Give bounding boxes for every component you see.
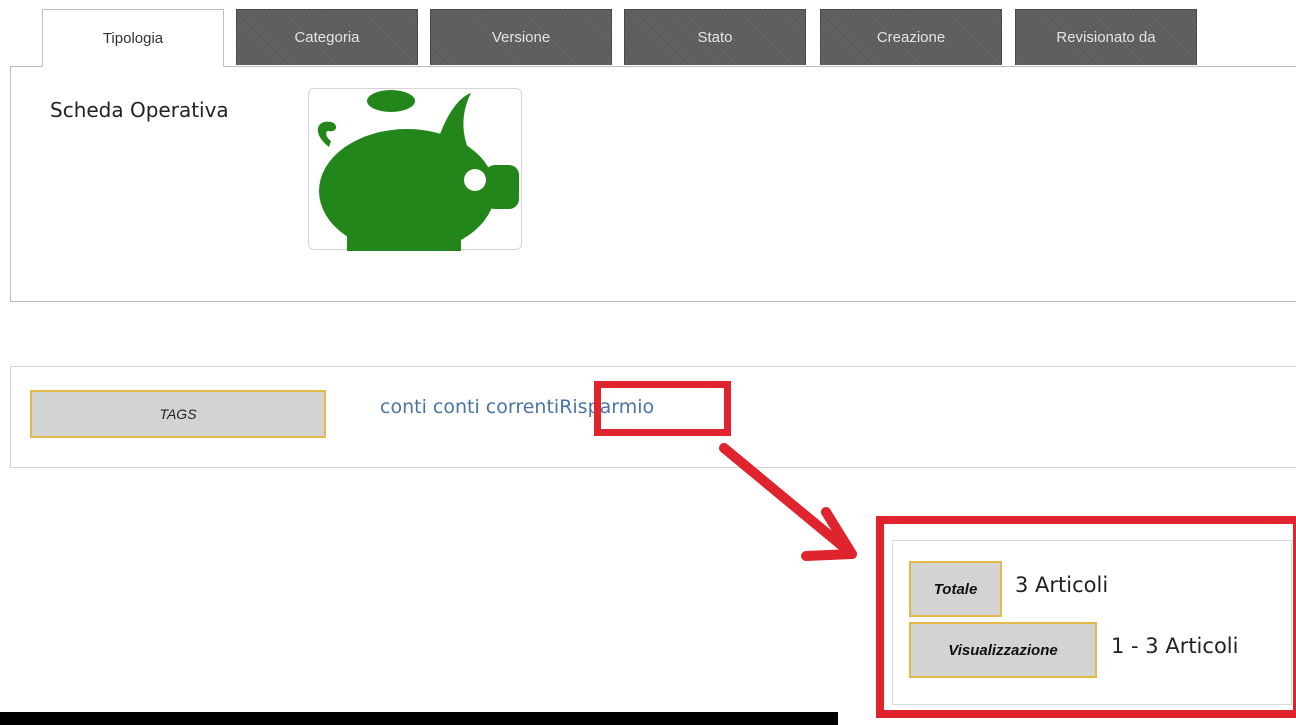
bottom-bar <box>0 712 838 725</box>
total-value: 3 Articoli <box>1015 573 1109 597</box>
highlight-box-results <box>876 516 1296 718</box>
tab-tipologia[interactable]: Tipologia <box>42 9 224 67</box>
display-value: 1 - 3 Articoli <box>1111 634 1239 658</box>
total-label: Totale <box>909 561 1002 617</box>
display-label: Visualizzazione <box>909 622 1097 678</box>
